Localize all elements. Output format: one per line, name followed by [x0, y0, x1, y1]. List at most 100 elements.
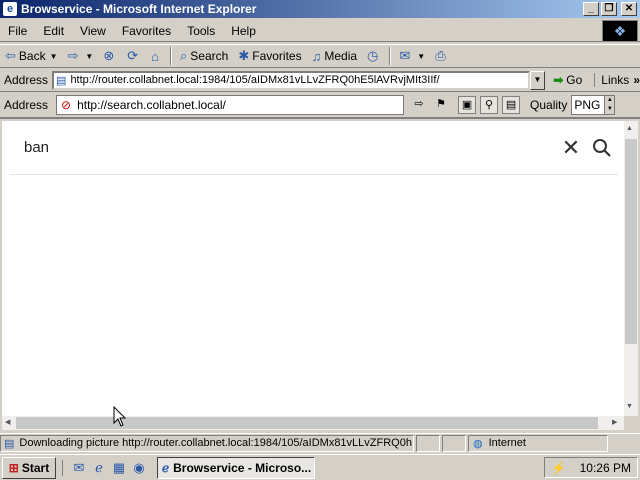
window-titlebar: e Browservice - Microsoft Internet Explo… — [0, 0, 640, 18]
go-arrow-icon: ➡ — [553, 73, 564, 87]
windows-flag-icon: ⊞ — [8, 460, 19, 475]
page-loading-icon: ▤ — [4, 437, 15, 450]
scroll-right-icon[interactable]: ▶ — [612, 418, 617, 426]
page-content: ban ✕ — [2, 121, 624, 416]
history-button[interactable]: ◷ — [362, 45, 386, 67]
clipboard-icon[interactable]: ▤ — [502, 96, 521, 114]
back-label: Back — [18, 49, 46, 63]
quality-value: PNG — [574, 98, 601, 112]
stop-button[interactable]: ⊗ — [98, 45, 122, 67]
ie-window-icon: ℯ — [162, 460, 170, 475]
menu-favorites[interactable]: Favorites — [114, 24, 179, 38]
taskbar-window-label: Browservice - Microso... — [173, 460, 312, 475]
links-button[interactable]: Links» — [594, 73, 640, 87]
outlook-express-icon[interactable]: ✉ — [69, 460, 89, 476]
mail-dropdown-icon[interactable]: ▼ — [417, 52, 425, 61]
print-button[interactable]: ⎙ — [430, 45, 453, 67]
menu-tools[interactable]: Tools — [179, 24, 223, 38]
status-panel — [442, 434, 466, 452]
forward-arrow-icon: ⇨ — [67, 48, 79, 63]
vertical-scroll-thumb[interactable] — [625, 139, 637, 344]
search-icon: ⌕ — [180, 48, 188, 63]
search-bar: ban ✕ — [10, 121, 618, 175]
show-desktop-icon[interactable]: ▦ — [109, 460, 129, 476]
forward-dropdown-icon[interactable]: ▼ — [85, 52, 93, 61]
quality-label: Quality — [530, 98, 568, 112]
media-player-icon[interactable]: ◉ — [129, 460, 149, 476]
scroll-down-icon[interactable]: ▼ — [626, 403, 633, 410]
maximize-button[interactable]: ❐ — [601, 2, 617, 16]
toolbar-separator — [170, 47, 173, 65]
zone-label: Internet — [488, 437, 526, 449]
taskbar: ⊞ Start ✉ ℯ ▦ ◉ ℯ Browservice - Microso.… — [0, 454, 640, 480]
windows-throbber-icon: ❖ — [602, 20, 638, 42]
menu-file[interactable]: File — [0, 24, 35, 38]
forward-button[interactable]: ⇨ ▼ — [63, 45, 99, 67]
navigate-arrow-icon[interactable]: ⇨ — [410, 96, 428, 114]
refresh-icon: ⟳ — [127, 48, 139, 63]
links-label: Links — [601, 73, 630, 87]
refresh-button[interactable]: ⟳ — [122, 45, 146, 67]
chevron-right-icon: » — [633, 73, 640, 87]
search-submit-icon[interactable] — [586, 132, 618, 164]
network-icon[interactable]: ⚡ — [551, 461, 566, 475]
mail-icon: ✉ — [399, 48, 411, 63]
go-button[interactable]: ➡ Go — [553, 73, 582, 87]
media-label: Media — [324, 49, 358, 63]
page-info-icon[interactable]: ▣ — [458, 96, 477, 114]
bookmark-icon[interactable]: ⚑ — [432, 96, 450, 114]
find-icon[interactable]: ⚲ — [480, 96, 499, 114]
stop-icon: ⊗ — [103, 48, 115, 63]
go-label: Go — [566, 73, 583, 87]
back-arrow-icon: ⇦ — [5, 48, 16, 63]
search-button[interactable]: ⌕ Search — [175, 45, 233, 67]
menu-help[interactable]: Help — [223, 24, 264, 38]
globe-icon: ◍ — [473, 437, 483, 450]
address-label: Address — [4, 73, 49, 87]
status-panel — [416, 434, 440, 452]
print-icon: ⎙ — [435, 48, 446, 63]
scroll-left-icon[interactable]: ◀ — [5, 418, 10, 426]
internet-explorer-icon[interactable]: ℯ — [89, 460, 109, 476]
toolbar-separator — [389, 47, 392, 65]
browservice-address-input[interactable]: ⊘ http://search.collabnet.local/ — [56, 95, 405, 115]
taskbar-window-button[interactable]: ℯ Browservice - Microso... — [157, 456, 315, 479]
back-dropdown-icon[interactable]: ▼ — [50, 52, 58, 61]
favorites-button[interactable]: ✱ Favorites — [233, 45, 306, 67]
address-input[interactable]: ▤ http://router.collabnet.local:1984/105… — [52, 70, 530, 90]
start-button[interactable]: ⊞ Start — [2, 456, 56, 479]
back-button[interactable]: ⇦ Back ▼ — [0, 45, 63, 67]
vertical-scrollbar[interactable]: ▲ ▼ — [624, 121, 638, 416]
mail-button[interactable]: ✉ ▼ — [394, 45, 430, 67]
ie-logo-icon: e — [3, 2, 17, 16]
insecure-page-icon: ⊘ — [61, 98, 72, 112]
address-url: http://router.collabnet.local:1984/105/a… — [70, 74, 440, 86]
status-bar: ▤ Downloading picture http://router.coll… — [0, 433, 640, 452]
quality-select[interactable]: PNG ▲ ▼ — [571, 95, 616, 115]
menu-edit[interactable]: Edit — [35, 24, 72, 38]
browservice-address-url: http://search.collabnet.local/ — [77, 98, 226, 112]
security-zone: ◍ Internet — [468, 434, 608, 452]
status-text: Downloading picture http://router.collab… — [19, 437, 412, 449]
clear-search-icon[interactable]: ✕ — [556, 135, 586, 161]
minimize-button[interactable]: _ — [583, 2, 599, 16]
clock[interactable]: 10:26 PM — [580, 461, 631, 475]
scroll-up-icon[interactable]: ▲ — [626, 125, 633, 132]
media-icon: ♫ — [311, 48, 322, 64]
menu-bar: File Edit View Favorites Tools Help ❖ — [0, 20, 640, 42]
address-dropdown-button[interactable]: ▼ — [529, 70, 546, 90]
search-input[interactable]: ban — [10, 139, 556, 156]
standard-toolbar: ⇦ Back ▼ ⇨ ▼ ⊗ ⟳ ⌂ ⌕ Search ✱ Favorites … — [0, 44, 640, 68]
horizontal-scrollbar[interactable]: ◀ ▶ — [2, 416, 624, 430]
close-button[interactable]: ✕ — [621, 2, 637, 16]
status-message: ▤ Downloading picture http://router.coll… — [0, 434, 414, 452]
browservice-toolbar: Address ⊘ http://search.collabnet.local/… — [0, 93, 640, 119]
horizontal-scroll-thumb[interactable] — [16, 417, 598, 429]
home-icon: ⌂ — [151, 48, 160, 64]
window-title: Browservice - Microsoft Internet Explore… — [21, 2, 257, 16]
home-button[interactable]: ⌂ — [146, 45, 167, 67]
favorites-label: Favorites — [252, 49, 302, 63]
spin-arrows-icon[interactable]: ▲ ▼ — [604, 96, 615, 114]
media-button[interactable]: ♫ Media — [307, 45, 362, 67]
menu-view[interactable]: View — [72, 24, 114, 38]
